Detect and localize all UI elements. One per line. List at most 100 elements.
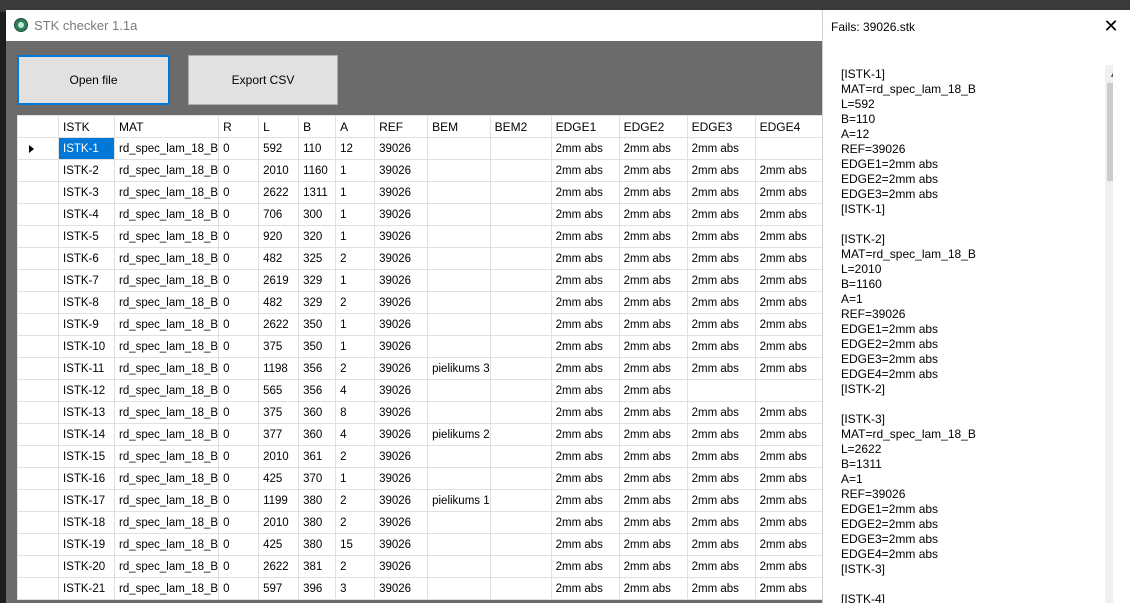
cell-istk[interactable]: ISTK-15 bbox=[58, 445, 115, 468]
cell-ref[interactable]: 39026 bbox=[374, 247, 429, 270]
row-header[interactable] bbox=[17, 247, 59, 270]
row-header[interactable] bbox=[17, 577, 59, 600]
cell-ref[interactable]: 39026 bbox=[374, 137, 429, 160]
row-header[interactable] bbox=[17, 313, 59, 336]
cell-a[interactable]: 1 bbox=[335, 159, 376, 182]
cell-edge3[interactable]: 2mm abs bbox=[686, 159, 756, 182]
cell-bem[interactable] bbox=[427, 379, 491, 402]
table-row[interactable]: ISTK-8 rd_spec_lam_18_B 0 482 329 2 39026 2mm a… bbox=[17, 291, 824, 314]
column-header-istk[interactable]: ISTK bbox=[58, 115, 115, 138]
cell-edge3[interactable]: 2mm abs bbox=[686, 181, 756, 204]
row-header[interactable] bbox=[17, 379, 59, 402]
cell-ref[interactable]: 39026 bbox=[374, 379, 429, 402]
cell-edge1[interactable]: 2mm abs bbox=[550, 203, 620, 226]
grid-corner-header[interactable] bbox=[17, 115, 59, 138]
cell-edge2[interactable]: 2mm abs bbox=[618, 291, 688, 314]
cell-b[interactable]: 381 bbox=[298, 555, 337, 578]
cell-bem[interactable] bbox=[427, 291, 491, 314]
cell-l[interactable]: 597 bbox=[258, 577, 300, 600]
cell-edge3[interactable]: 2mm abs bbox=[686, 137, 756, 160]
cell-edge4[interactable]: 2mm abs bbox=[754, 203, 824, 226]
cell-edge2[interactable]: 2mm abs bbox=[618, 533, 688, 556]
cell-bem[interactable] bbox=[427, 467, 491, 490]
cell-bem2[interactable] bbox=[489, 423, 552, 446]
cell-ref[interactable]: 39026 bbox=[374, 269, 429, 292]
cell-a[interactable]: 2 bbox=[335, 489, 376, 512]
row-header[interactable] bbox=[17, 181, 59, 204]
cell-mat[interactable]: rd_spec_lam_18_B bbox=[113, 445, 220, 468]
cell-ref[interactable]: 39026 bbox=[374, 203, 429, 226]
cell-edge3[interactable]: 2mm abs bbox=[686, 401, 756, 424]
fails-text-area[interactable]: [ISTK-1] MAT=rd_spec_lam_18_B L=592 B=110 A=… bbox=[833, 65, 1113, 603]
cell-istk[interactable]: ISTK-20 bbox=[58, 555, 115, 578]
cell-edge4[interactable]: 2mm abs bbox=[754, 511, 824, 534]
cell-mat[interactable]: rd_spec_lam_18_B bbox=[113, 533, 220, 556]
cell-edge1[interactable]: 2mm abs bbox=[550, 269, 620, 292]
cell-edge3[interactable]: 2mm abs bbox=[686, 203, 756, 226]
cell-ref[interactable]: 39026 bbox=[374, 555, 429, 578]
cell-l[interactable]: 2622 bbox=[258, 313, 300, 336]
cell-l[interactable]: 482 bbox=[258, 291, 300, 314]
cell-istk[interactable]: ISTK-6 bbox=[58, 247, 115, 270]
cell-r[interactable]: 0 bbox=[218, 511, 260, 534]
cell-b[interactable]: 360 bbox=[298, 401, 337, 424]
cell-edge1[interactable]: 2mm abs bbox=[550, 489, 620, 512]
cell-istk[interactable]: ISTK-3 bbox=[58, 181, 115, 204]
cell-mat[interactable]: rd_spec_lam_18_B bbox=[113, 313, 220, 336]
cell-bem2[interactable] bbox=[489, 247, 552, 270]
cell-edge2[interactable]: 2mm abs bbox=[618, 423, 688, 446]
column-header-r[interactable]: R bbox=[218, 115, 260, 138]
table-row[interactable]: ISTK-6 rd_spec_lam_18_B 0 482 325 2 39026 2mm a… bbox=[17, 247, 824, 270]
cell-b[interactable]: 350 bbox=[298, 313, 337, 336]
cell-l[interactable]: 706 bbox=[258, 203, 300, 226]
cell-ref[interactable]: 39026 bbox=[374, 445, 429, 468]
cell-edge4[interactable]: 2mm abs bbox=[754, 291, 824, 314]
cell-istk[interactable]: ISTK-4 bbox=[58, 203, 115, 226]
column-header-edge1[interactable]: EDGE1 bbox=[550, 115, 620, 138]
cell-bem2[interactable] bbox=[489, 291, 552, 314]
cell-edge4[interactable]: 2mm abs bbox=[754, 489, 824, 512]
cell-bem[interactable] bbox=[427, 555, 491, 578]
table-row[interactable]: ISTK-18 rd_spec_lam_18_B 0 2010 380 2 39026 2mm… bbox=[17, 511, 824, 534]
cell-r[interactable]: 0 bbox=[218, 225, 260, 248]
cell-edge1[interactable]: 2mm abs bbox=[550, 511, 620, 534]
cell-edge1[interactable]: 2mm abs bbox=[550, 577, 620, 600]
cell-b[interactable]: 356 bbox=[298, 379, 337, 402]
cell-istk[interactable]: ISTK-9 bbox=[58, 313, 115, 336]
cell-bem2[interactable] bbox=[489, 357, 552, 380]
cell-edge3[interactable]: 2mm abs bbox=[686, 533, 756, 556]
cell-mat[interactable]: rd_spec_lam_18_B bbox=[113, 555, 220, 578]
cell-a[interactable]: 8 bbox=[335, 401, 376, 424]
cell-bem[interactable]: pielikums 3 bbox=[427, 357, 491, 380]
cell-r[interactable]: 0 bbox=[218, 181, 260, 204]
cell-bem2[interactable] bbox=[489, 511, 552, 534]
cell-edge3[interactable]: 2mm abs bbox=[686, 577, 756, 600]
row-header[interactable] bbox=[17, 225, 59, 248]
cell-edge1[interactable]: 2mm abs bbox=[550, 401, 620, 424]
cell-edge2[interactable]: 2mm abs bbox=[618, 159, 688, 182]
cell-a[interactable]: 4 bbox=[335, 423, 376, 446]
cell-r[interactable]: 0 bbox=[218, 203, 260, 226]
cell-a[interactable]: 2 bbox=[335, 291, 376, 314]
cell-b[interactable]: 356 bbox=[298, 357, 337, 380]
cell-edge3[interactable]: 2mm abs bbox=[686, 269, 756, 292]
cell-a[interactable]: 1 bbox=[335, 269, 376, 292]
row-header[interactable] bbox=[17, 489, 59, 512]
cell-edge3[interactable]: 2mm abs bbox=[686, 489, 756, 512]
cell-edge3[interactable]: 2mm abs bbox=[686, 335, 756, 358]
cell-edge3[interactable]: 2mm abs bbox=[686, 313, 756, 336]
cell-istk[interactable]: ISTK-14 bbox=[58, 423, 115, 446]
cell-edge1[interactable]: 2mm abs bbox=[550, 423, 620, 446]
cell-ref[interactable]: 39026 bbox=[374, 159, 429, 182]
cell-b[interactable]: 360 bbox=[298, 423, 337, 446]
cell-l[interactable]: 2010 bbox=[258, 511, 300, 534]
cell-istk[interactable]: ISTK-2 bbox=[58, 159, 115, 182]
cell-r[interactable]: 0 bbox=[218, 423, 260, 446]
table-row[interactable]: ISTK-4 rd_spec_lam_18_B 0 706 300 1 39026 2mm a… bbox=[17, 203, 824, 226]
cell-bem[interactable] bbox=[427, 159, 491, 182]
cell-b[interactable]: 329 bbox=[298, 291, 337, 314]
cell-r[interactable]: 0 bbox=[218, 379, 260, 402]
cell-a[interactable]: 2 bbox=[335, 445, 376, 468]
table-row[interactable]: ISTK-7 rd_spec_lam_18_B 0 2619 329 1 39026 2mm … bbox=[17, 269, 824, 292]
cell-a[interactable]: 1 bbox=[335, 225, 376, 248]
